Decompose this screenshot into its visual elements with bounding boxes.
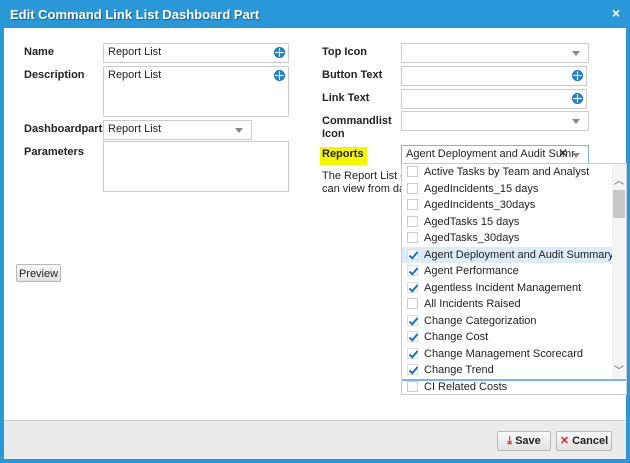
save-icon: ⤓: [507, 435, 513, 447]
list-item[interactable]: Agent Deployment and Audit Summary: [402, 246, 626, 263]
globe-icon[interactable]: [274, 47, 285, 58]
list-item-label: Agent Deployment and Audit Summary: [424, 248, 614, 261]
list-item-label: Agentless Incident Management: [424, 281, 582, 294]
checkbox[interactable]: [407, 331, 418, 342]
list-item-label: All Incidents Raised: [424, 298, 521, 310]
checkbox[interactable]: [407, 248, 418, 260]
checkbox[interactable]: [407, 265, 418, 276]
parameters-input[interactable]: [103, 141, 289, 192]
checkbox[interactable]: [407, 182, 418, 194]
dashboardparts-label: Dashboardparts: [24, 123, 109, 135]
list-item[interactable]: AgedIncidents_30days: [402, 197, 626, 214]
checkbox[interactable]: [407, 215, 418, 227]
top-icon-select[interactable]: [401, 43, 589, 63]
scrollbar[interactable]: ︿ ﹀: [612, 164, 626, 379]
name-label: Name: [24, 46, 54, 58]
list-item-label: Active Tasks by Team and Analyst: [424, 166, 590, 178]
scrollbar-thumb[interactable]: [613, 190, 625, 218]
list-item[interactable]: Change Cost: [402, 329, 626, 346]
checkbox[interactable]: [407, 199, 418, 210]
chevron-down-icon: [572, 51, 580, 56]
description-label: Description: [24, 69, 85, 81]
list-item[interactable]: AgedTasks_30days: [402, 230, 626, 247]
save-button[interactable]: ⤓ Save: [497, 431, 551, 451]
cancel-label: Cancel: [572, 435, 609, 447]
link-text-label: Link Text: [322, 92, 370, 104]
name-value: Report List: [108, 46, 162, 58]
list-item[interactable]: Agent Performance: [402, 263, 626, 280]
reports-select[interactable]: Agent Deployment and Audit Sumr ✕: [401, 145, 589, 164]
dashboardparts-value: Report List: [108, 123, 162, 135]
list-item-label: AgedTasks_30days: [424, 232, 520, 244]
help-text: The Report List da can view from das: [322, 170, 413, 196]
list-item[interactable]: AgedIncidents_15 days: [402, 181, 626, 198]
link-text-input[interactable]: [401, 89, 587, 109]
chevron-down-icon: [572, 119, 580, 124]
list-item-label: Change Categorization: [424, 314, 537, 327]
description-input[interactable]: Report List: [103, 66, 289, 117]
globe-icon[interactable]: [572, 93, 583, 104]
preview-button[interactable]: Preview: [16, 264, 61, 282]
checkbox[interactable]: [407, 314, 418, 326]
checkbox[interactable]: [407, 364, 418, 375]
dialog-title: Edit Command Link List Dashboard Part: [10, 7, 260, 22]
dashboardparts-select[interactable]: Report List: [103, 120, 252, 140]
commandlist-icon-select[interactable]: [401, 111, 589, 131]
list-item[interactable]: Change Categorization: [402, 313, 626, 330]
description-value: Report List: [108, 69, 162, 81]
checkbox[interactable]: [407, 166, 418, 177]
scroll-down-icon[interactable]: ﹀: [614, 362, 624, 377]
list-item-label: Change Management Scorecard: [424, 347, 583, 360]
checkbox[interactable]: [407, 380, 418, 392]
list-item[interactable]: Agentless Incident Management: [402, 280, 626, 297]
list-resize-bar: [402, 379, 626, 381]
list-item-label: CI Related Costs: [424, 380, 508, 393]
scroll-up-icon[interactable]: ︿: [614, 172, 624, 187]
clear-icon[interactable]: ✕: [558, 147, 568, 160]
list-item[interactable]: Change Trend: [402, 362, 626, 379]
button-text-input[interactable]: [401, 66, 587, 86]
parameters-label: Parameters: [24, 146, 84, 158]
save-label: Save: [515, 435, 541, 447]
list-item-label: Change Cost: [424, 331, 489, 343]
globe-icon[interactable]: [572, 70, 583, 81]
list-item[interactable]: AgedTasks 15 days: [402, 214, 626, 231]
cancel-button[interactable]: ✕ Cancel: [556, 431, 612, 451]
checkbox[interactable]: [407, 347, 418, 359]
list-item-label: AgedIncidents_15 days: [424, 182, 539, 195]
reports-dropdown-list[interactable]: Active Tasks by Team and Analyst AgedInci…: [401, 163, 627, 395]
checkbox[interactable]: [407, 298, 418, 309]
top-icon-label: Top Icon: [322, 46, 368, 58]
help-line: can view from das: [322, 183, 411, 195]
list-item-label: AgedTasks 15 days: [424, 215, 520, 228]
list-item-label: Agent Performance: [424, 265, 519, 277]
chevron-down-icon: [235, 128, 243, 133]
commandlist-icon-label: Commandlist Icon: [322, 115, 392, 140]
globe-icon[interactable]: [274, 70, 285, 81]
help-line: The Report List da: [322, 170, 413, 182]
list-item[interactable]: All Incidents Raised: [402, 296, 626, 313]
list-item[interactable]: Active Tasks by Team and Analyst: [402, 164, 626, 181]
chevron-down-icon[interactable]: [572, 153, 580, 158]
close-icon: ✕: [559, 435, 570, 447]
checkbox[interactable]: [407, 281, 418, 293]
reports-label: Reports: [320, 147, 367, 165]
close-icon[interactable]: ×: [612, 5, 620, 21]
checkbox[interactable]: [407, 232, 418, 243]
reports-value: Agent Deployment and Audit Sumr: [406, 148, 575, 160]
list-item-label: Change Trend: [424, 364, 494, 376]
list-item[interactable]: Change Management Scorecard: [402, 346, 626, 363]
button-text-label: Button Text: [322, 69, 383, 81]
name-input[interactable]: Report List: [103, 43, 289, 63]
list-item-label: AgedIncidents_30days: [424, 199, 536, 211]
